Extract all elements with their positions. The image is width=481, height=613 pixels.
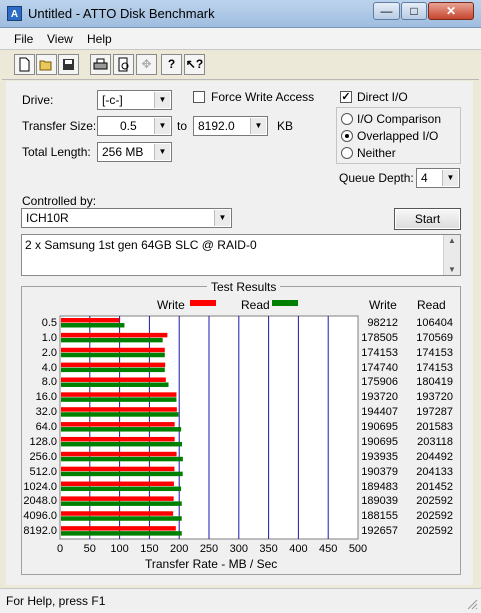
- status-text: For Help, press F1: [6, 594, 106, 608]
- write-value: 174153: [361, 346, 398, 359]
- row-label: 4096.0: [23, 510, 57, 523]
- row-label: 0.5: [41, 317, 57, 329]
- read-value: 201452: [416, 480, 453, 493]
- read-bar: [61, 516, 182, 521]
- write-value: 193720: [361, 391, 398, 404]
- write-value: 190379: [361, 465, 398, 478]
- write-value: 194407: [361, 406, 398, 419]
- write-bar: [61, 436, 175, 442]
- x-tick-label: 0: [56, 543, 64, 555]
- row-label: 4.0: [41, 361, 57, 374]
- x-axis-label: Transfer Rate - MB / Sec: [145, 557, 278, 571]
- x-tick-label: 350: [259, 543, 278, 555]
- row-label: 8192.0: [23, 525, 57, 538]
- write-value: 189483: [361, 480, 398, 493]
- read-value: 202592: [416, 495, 453, 508]
- write-bar: [61, 332, 168, 338]
- x-tick-label: 300: [229, 543, 248, 555]
- write-bar: [61, 526, 176, 531]
- write-value: 190695: [361, 435, 398, 448]
- row-label: 1.0: [41, 331, 57, 344]
- write-bar: [61, 451, 177, 457]
- read-bar: [61, 501, 182, 506]
- read-bar: [61, 441, 183, 447]
- write-bar: [61, 481, 174, 487]
- read-bar: [61, 412, 179, 417]
- row-label: 512.0: [29, 465, 57, 478]
- x-tick-label: 500: [348, 543, 368, 555]
- row-label: 256.0: [29, 450, 57, 463]
- row-label: 2048.0: [23, 495, 57, 508]
- read-bar: [61, 367, 165, 373]
- write-value: 190695: [361, 421, 398, 434]
- read-value: 106404: [416, 317, 453, 329]
- read-value: 174153: [416, 346, 453, 359]
- x-tick-label: 100: [110, 543, 129, 555]
- read-value: 197287: [416, 406, 453, 419]
- x-tick-label: 150: [140, 543, 159, 555]
- write-value: 189039: [361, 495, 398, 508]
- write-bar: [61, 511, 174, 516]
- row-label: 128.0: [29, 435, 57, 448]
- row-label: 16.0: [35, 391, 57, 404]
- x-tick-label: 450: [319, 543, 338, 555]
- write-value: 178505: [361, 331, 398, 344]
- write-value: 98212: [367, 317, 398, 329]
- read-value: 204133: [416, 465, 453, 478]
- read-bar: [61, 486, 182, 492]
- row-label: 8.0: [41, 376, 57, 389]
- x-tick-label: 200: [170, 543, 189, 555]
- status-bar: For Help, press F1: [0, 588, 481, 613]
- read-value: 202592: [416, 525, 453, 538]
- write-value: 174740: [361, 361, 398, 374]
- read-bar: [61, 352, 165, 358]
- write-bar: [61, 347, 165, 353]
- read-value: 201583: [416, 421, 453, 434]
- write-bar: [61, 407, 177, 412]
- write-bar: [61, 422, 175, 427]
- read-bar: [61, 471, 183, 477]
- write-bar: [61, 496, 174, 501]
- resize-grip-icon[interactable]: [466, 598, 478, 610]
- read-bar: [61, 323, 125, 328]
- read-bar: [61, 337, 163, 343]
- x-tick-label: 50: [83, 543, 96, 555]
- write-bar: [61, 377, 166, 382]
- read-value: 204492: [416, 450, 453, 463]
- write-value: 175906: [361, 376, 398, 389]
- write-value: 188155: [361, 510, 398, 523]
- read-bar: [61, 397, 177, 402]
- write-bar: [61, 392, 177, 397]
- read-bar: [61, 382, 169, 387]
- read-value: 203118: [417, 435, 453, 448]
- read-value: 202592: [416, 510, 453, 523]
- write-bar: [61, 318, 120, 323]
- read-value: 193720: [416, 391, 453, 404]
- read-bar: [61, 456, 183, 462]
- x-tick-label: 250: [199, 543, 219, 555]
- read-value: 170569: [416, 331, 453, 344]
- row-label: 2.0: [41, 346, 57, 359]
- write-bar: [61, 466, 175, 472]
- row-label: 64.0: [35, 421, 57, 434]
- write-value: 193935: [361, 450, 398, 463]
- row-label: 32.0: [35, 406, 57, 419]
- row-label: 1024.0: [23, 480, 57, 493]
- x-tick-label: 400: [289, 543, 308, 555]
- read-bar: [61, 531, 182, 536]
- write-bar: [61, 362, 166, 368]
- read-value: 174153: [416, 361, 453, 374]
- read-value: 180419: [416, 376, 453, 389]
- write-value: 192657: [361, 525, 398, 538]
- read-bar: [61, 427, 182, 432]
